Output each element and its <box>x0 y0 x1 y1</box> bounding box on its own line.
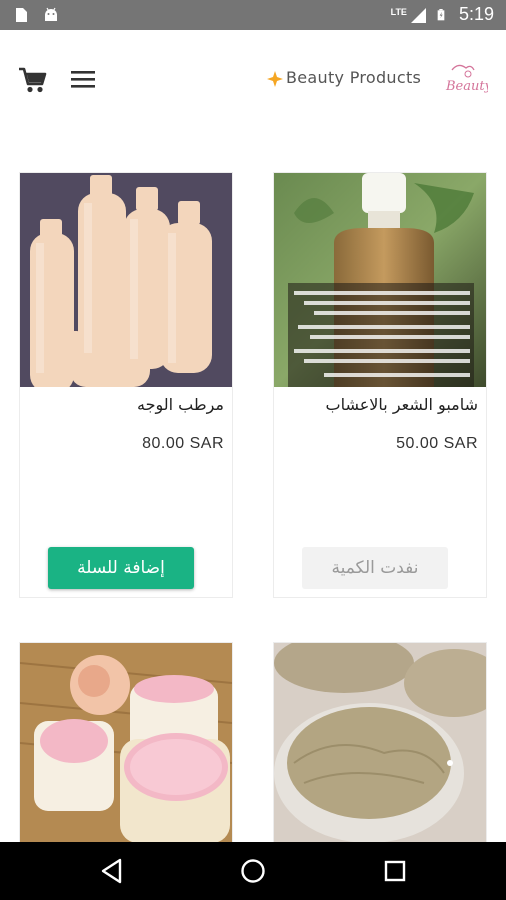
add-to-cart-button[interactable]: إضافة للسلة <box>48 547 194 589</box>
status-bar: LTE 5:19 <box>0 0 506 30</box>
logo-mark-icon: Beauty <box>445 64 493 94</box>
recents-icon[interactable] <box>384 860 406 882</box>
menu-icon[interactable] <box>70 68 96 90</box>
battery-icon <box>437 8 445 20</box>
product-card[interactable]: مرطب الوجه 80.00 SAR إضافة للسلة <box>19 172 233 598</box>
product-name[interactable]: مرطب الوجه <box>137 395 224 414</box>
signal-icon <box>410 7 426 23</box>
product-name[interactable]: شامبو الشعر بالاعشاب <box>326 395 478 414</box>
product-card[interactable] <box>273 642 487 872</box>
navigation-bar <box>0 842 506 900</box>
brand-logo[interactable]: Beauty <box>438 60 493 100</box>
network-type: LTE <box>390 6 407 17</box>
back-icon[interactable] <box>100 858 124 884</box>
out-of-stock-button[interactable]: نفدت الكمية <box>302 547 448 589</box>
svg-text:Beauty: Beauty <box>445 79 488 94</box>
brand-name: Beauty Products <box>286 68 422 87</box>
cart-icon[interactable] <box>18 66 48 94</box>
home-icon[interactable] <box>240 858 266 884</box>
product-image[interactable] <box>20 643 232 843</box>
android-icon <box>45 7 57 21</box>
sd-card-icon <box>16 8 27 22</box>
product-image[interactable] <box>274 643 486 843</box>
product-image[interactable] <box>274 173 486 387</box>
product-card[interactable] <box>19 642 233 872</box>
app-header: Beauty Products Beauty <box>0 30 506 126</box>
product-image[interactable] <box>20 173 232 387</box>
product-price: 50.00 SAR <box>396 435 478 452</box>
status-time: 5:19 <box>458 4 494 24</box>
product-card[interactable]: شامبو الشعر بالاعشاب 50.00 SAR نفدت الكم… <box>273 172 487 598</box>
product-price: 80.00 SAR <box>142 435 224 452</box>
